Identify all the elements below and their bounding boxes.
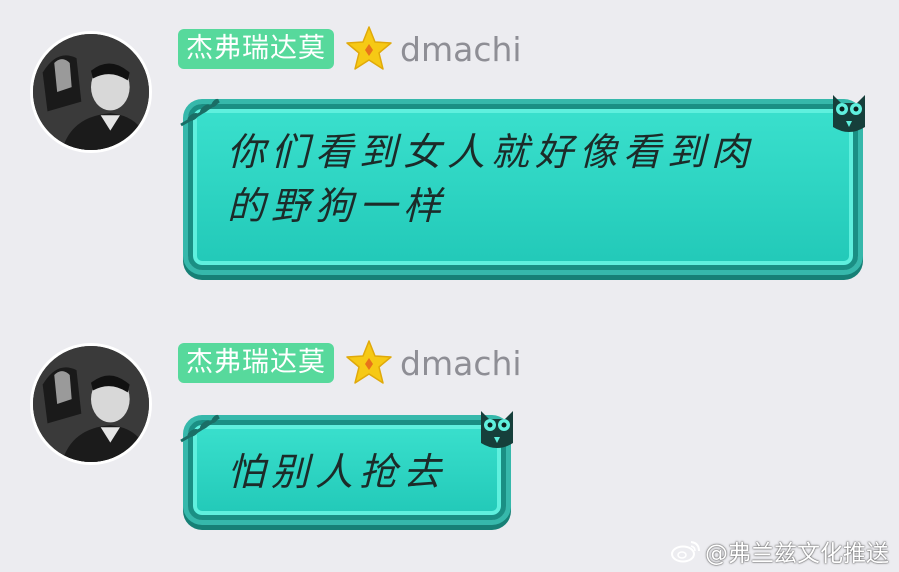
display-name-tag[interactable]: 杰弗瑞达莫 [178,343,334,383]
avatar[interactable] [30,31,152,153]
star-icon [346,340,392,384]
avatar-photo-icon [33,34,149,150]
username[interactable]: dmachi [400,30,522,69]
star-icon [346,26,392,70]
message-bubble[interactable]: 你们看到女人就好像看到肉的野狗一样 [180,95,865,270]
sender-row: 杰弗瑞达莫 dmachi [178,26,522,71]
leaf-decoration-icon [180,98,220,127]
watermark: @弗兰兹文化推送 [671,534,889,568]
leaf-decoration-icon [180,414,220,443]
watermark-text: @弗兰兹文化推送 [705,541,889,567]
display-name-tag[interactable]: 杰弗瑞达莫 [178,29,334,69]
owl-icon [481,411,513,448]
weibo-icon [671,541,700,563]
avatar-photo-icon [33,346,149,462]
sender-row: 杰弗瑞达莫 dmachi [178,340,522,385]
message-bubble[interactable]: 怕别人抢去 [180,411,513,520]
message-text: 你们看到女人就好像看到肉的野狗一样 [227,130,756,228]
message-text: 怕别人抢去 [227,450,448,494]
username[interactable]: dmachi [400,344,522,383]
avatar[interactable] [30,343,152,465]
owl-icon [833,95,865,132]
